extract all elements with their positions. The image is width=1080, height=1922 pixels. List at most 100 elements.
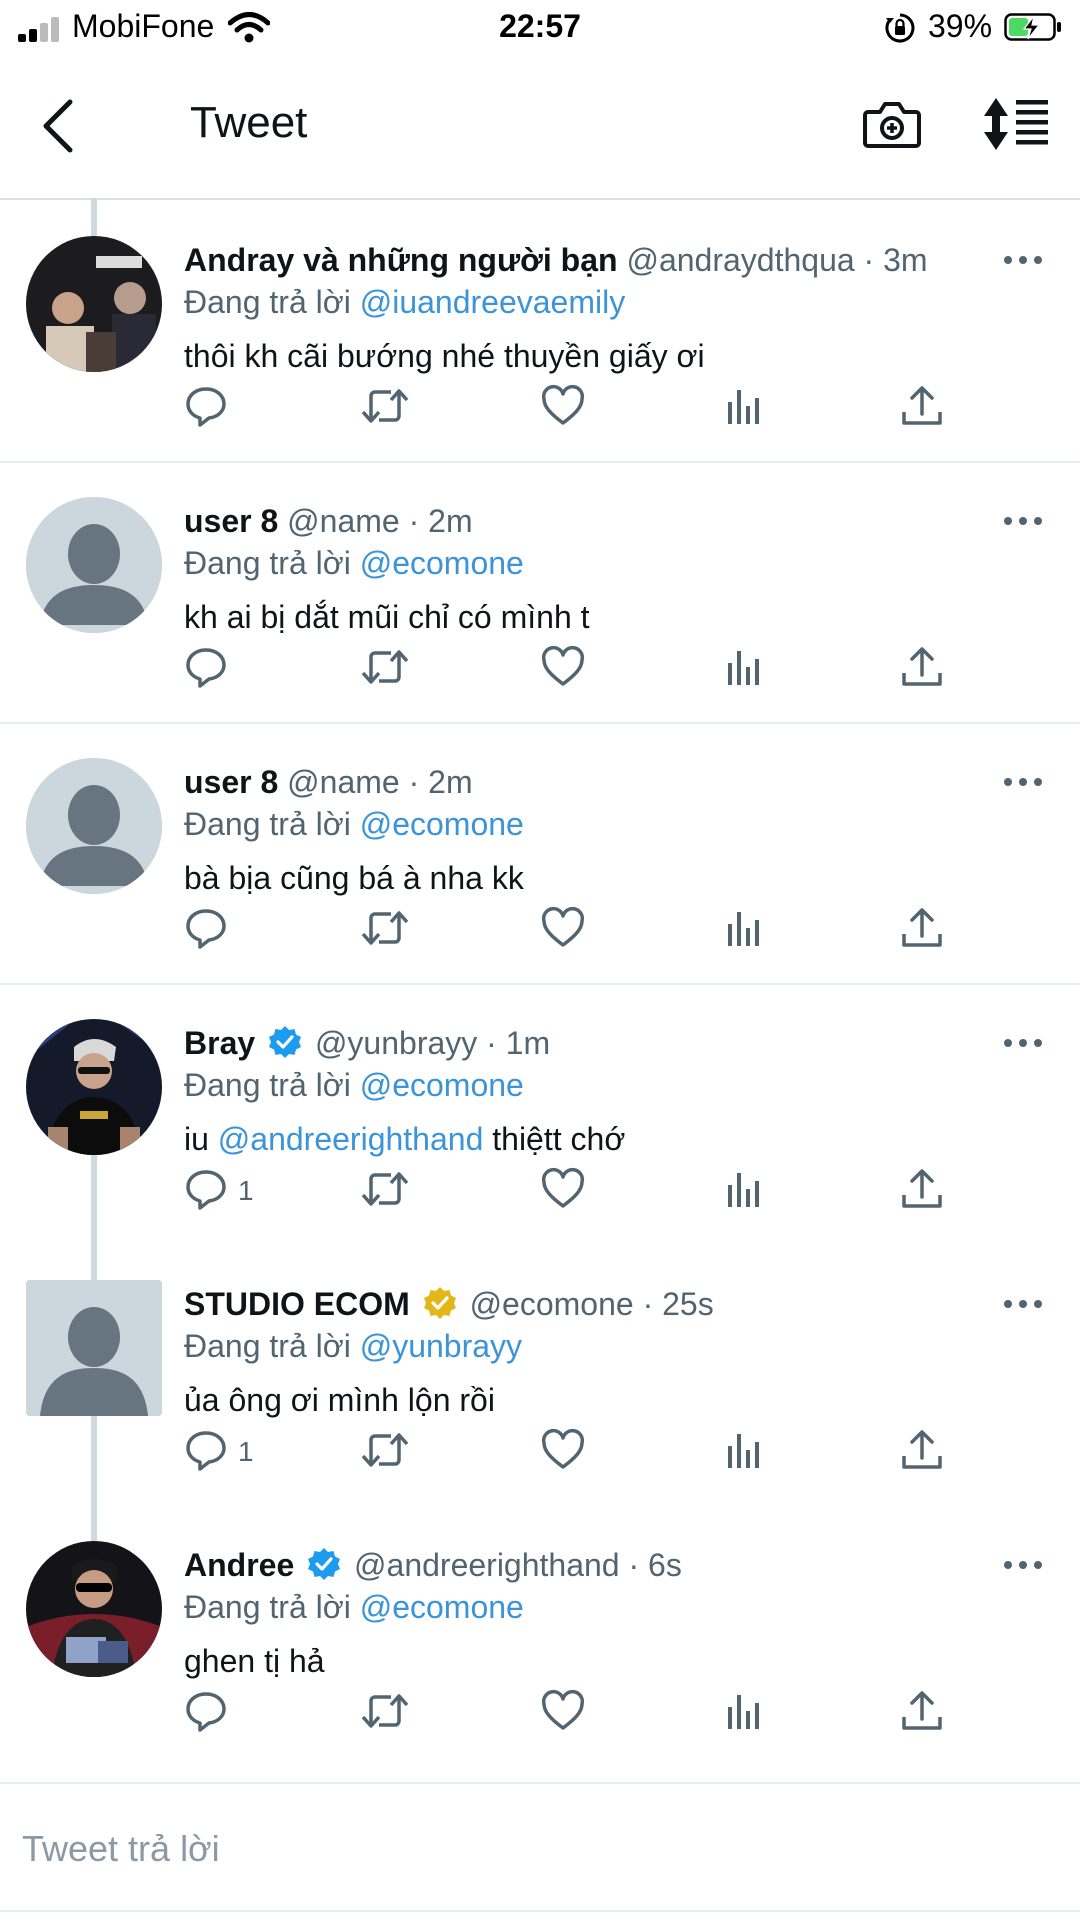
timestamp: · 3m <box>863 242 928 278</box>
reply-to-mention[interactable]: @yunbrayy <box>360 1328 522 1364</box>
retweet-button[interactable] <box>361 645 409 695</box>
analytics-button[interactable] <box>722 1689 766 1739</box>
tweet[interactable]: user 8 @name · 2m Đang trả lời @ecomone … <box>0 722 1080 985</box>
avatar[interactable] <box>26 497 162 633</box>
reply-to-mention[interactable]: @iuandreevaemily <box>360 284 626 320</box>
like-button[interactable] <box>541 1689 585 1739</box>
back-icon[interactable] <box>36 96 80 156</box>
avatar[interactable] <box>26 1541 162 1677</box>
user-handle[interactable]: @name <box>287 503 400 539</box>
reply-button[interactable] <box>184 384 228 434</box>
analytics-button[interactable] <box>722 1428 766 1478</box>
reply-button[interactable] <box>184 906 228 956</box>
user-handle[interactable]: @ecomone <box>470 1286 634 1322</box>
reply-prefix: Đang trả lời <box>184 806 351 842</box>
battery-charging-icon <box>1004 13 1061 41</box>
tweet-actions <box>0 1689 1080 1749</box>
reply-to-mention[interactable]: @ecomone <box>360 545 524 581</box>
tweet[interactable]: Andree @andreerighthand · 6s Đang trả lờ… <box>0 1505 1080 1780</box>
display-name[interactable]: Andray và những người bạn <box>184 242 618 278</box>
share-button[interactable] <box>900 1167 944 1217</box>
reply-button[interactable] <box>184 645 228 695</box>
display-name[interactable]: user 8 <box>184 503 278 539</box>
reply-icon <box>186 648 226 688</box>
display-name[interactable]: STUDIO ECOM <box>184 1286 410 1322</box>
reply-icon <box>186 387 226 427</box>
like-button[interactable] <box>541 1428 585 1478</box>
share-icon <box>902 386 942 425</box>
like-button[interactable] <box>541 1167 585 1217</box>
analytics-button[interactable] <box>722 1167 766 1217</box>
retweet-button[interactable] <box>361 1167 409 1217</box>
analytics-button[interactable] <box>722 384 766 434</box>
reply-to-mention[interactable]: @ecomone <box>360 1067 524 1103</box>
share-button[interactable] <box>900 645 944 695</box>
analytics-icon <box>728 1173 759 1207</box>
thread-line <box>91 198 97 236</box>
heart-icon <box>541 1428 585 1469</box>
share-button[interactable] <box>900 1428 944 1478</box>
tweet[interactable]: user 8 @name · 2m Đang trả lời @ecomone … <box>0 461 1080 724</box>
reply-button[interactable]: 1 <box>184 1167 254 1217</box>
verified-badge-icon <box>308 1548 341 1580</box>
avatar[interactable] <box>26 1280 162 1416</box>
camera-plus-icon[interactable] <box>862 96 922 152</box>
reply-button[interactable]: 1 <box>184 1428 254 1478</box>
user-handle[interactable]: @andreerighthand <box>354 1547 620 1583</box>
tweet-text: iu @andreerighthand thiệtt chớ <box>184 1121 626 1157</box>
more-options-icon[interactable] <box>1004 1298 1044 1310</box>
retweet-button[interactable] <box>361 1689 409 1739</box>
tweet-actions <box>0 645 1080 705</box>
more-options-icon[interactable] <box>1004 776 1044 788</box>
reply-count: 1 <box>238 1436 254 1467</box>
sort-icon[interactable] <box>982 96 1050 152</box>
top-navigation-bar: Tweet <box>0 56 1080 200</box>
display-name[interactable]: Andree <box>184 1547 294 1583</box>
retweet-button[interactable] <box>361 1428 409 1478</box>
reply-button[interactable] <box>184 1689 228 1739</box>
more-options-icon[interactable] <box>1004 254 1044 266</box>
share-button[interactable] <box>900 384 944 434</box>
reply-prefix: Đang trả lời <box>184 1067 351 1103</box>
analytics-button[interactable] <box>722 906 766 956</box>
text-mention[interactable]: @andreerighthand <box>218 1121 484 1157</box>
user-handle[interactable]: @yunbrayy <box>315 1025 477 1061</box>
share-button[interactable] <box>900 906 944 956</box>
share-icon <box>902 647 942 686</box>
reply-count: 1 <box>238 1175 254 1206</box>
avatar[interactable] <box>26 236 162 372</box>
analytics-button[interactable] <box>722 645 766 695</box>
like-button[interactable] <box>541 645 585 695</box>
tweet-text: bà bịa cũng bá à nha kk <box>184 860 524 896</box>
like-button[interactable] <box>541 384 585 434</box>
more-options-icon[interactable] <box>1004 1559 1044 1571</box>
retweet-button[interactable] <box>361 906 409 956</box>
retweet-button[interactable] <box>361 384 409 434</box>
more-options-icon[interactable] <box>1004 1037 1044 1049</box>
timestamp: · 6s <box>628 1547 682 1583</box>
display-name[interactable]: user 8 <box>184 764 278 800</box>
tweet-actions <box>0 906 1080 966</box>
reply-to-mention[interactable]: @ecomone <box>360 806 524 842</box>
orientation-lock-icon <box>885 13 915 43</box>
retweet-icon <box>361 389 409 423</box>
tweet[interactable]: STUDIO ECOM @ecomone · 25s Đang trả lời … <box>0 1244 1080 1507</box>
more-options-icon[interactable] <box>1004 515 1044 527</box>
tweet[interactable]: Bray @yunbrayy · 1m Đang trả lời @ecomon… <box>0 983 1080 1246</box>
reply-input[interactable]: Tweet trả lời <box>22 1828 220 1870</box>
reply-to-mention[interactable]: @ecomone <box>360 1589 524 1625</box>
user-handle[interactable]: @name <box>287 764 400 800</box>
user-handle[interactable]: @andraydthqua <box>626 242 854 278</box>
analytics-icon <box>728 651 759 685</box>
like-button[interactable] <box>541 906 585 956</box>
share-button[interactable] <box>900 1689 944 1739</box>
tweet-text: ghen tị hả <box>184 1643 325 1679</box>
display-name[interactable]: Bray <box>184 1025 255 1061</box>
avatar[interactable] <box>26 1019 162 1155</box>
thread-line <box>91 1244 97 1280</box>
avatar[interactable] <box>26 758 162 894</box>
timestamp: · 2m <box>408 503 473 539</box>
reply-icon <box>186 1170 226 1210</box>
verified-badge-icon <box>269 1026 302 1058</box>
tweet[interactable]: Andray và những người bạn @andraydthqua … <box>0 198 1080 463</box>
